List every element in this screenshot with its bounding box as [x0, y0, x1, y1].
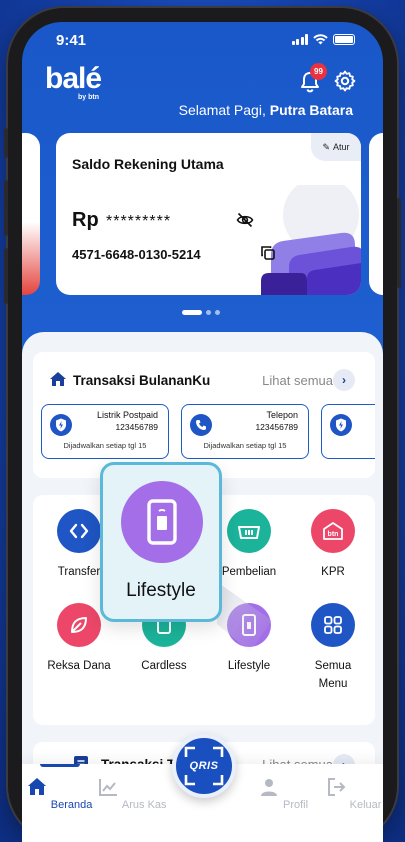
masked-balance: *********	[106, 213, 172, 230]
chart-icon	[99, 779, 118, 796]
phone-icon	[190, 414, 212, 436]
basket-icon	[227, 509, 271, 553]
carousel-dot	[206, 310, 211, 315]
nav-label: Profil	[283, 799, 309, 811]
bill-name: Listrik Postpaid	[96, 410, 158, 420]
settings-gear-icon[interactable]	[333, 69, 357, 93]
status-time: 9:41	[56, 32, 87, 49]
signal-icon	[291, 34, 308, 45]
menu-label: KPR	[321, 566, 345, 578]
menu-label: Reksa Dana	[47, 660, 111, 672]
logout-icon	[327, 778, 345, 796]
greeting-name: Putra Batara	[269, 102, 353, 118]
logo-subtext: by btn	[78, 94, 100, 101]
bill-schedule: Dijadwalkan setiap tgl 15	[203, 441, 287, 450]
bill-schedule: Dijadwalkan setiap tgl 15	[63, 441, 147, 450]
menu-label: Lifestyle	[227, 660, 271, 672]
battery-icon	[333, 34, 355, 45]
nav-keluar[interactable]: Keluar	[318, 776, 383, 811]
bale-logo: balé by btn	[45, 62, 102, 102]
bill-card-telepon[interactable]: Telepon 123456789 Dijadwalkan setiap tgl…	[181, 404, 309, 459]
card-settings-label: Atur	[333, 142, 350, 152]
menu-kpr[interactable]: btn KPR	[293, 509, 373, 581]
monthly-see-all-link[interactable]: Lihat semua	[262, 373, 333, 388]
monthly-transactions-panel: Transaksi BulananKu Lihat semua › Listri…	[33, 352, 375, 478]
account-number: 4571-6648-0130-5214	[72, 247, 201, 262]
power-button	[397, 198, 401, 288]
bill-card-peek[interactable]	[321, 404, 375, 459]
menu-label-line1: Semua	[314, 660, 352, 672]
bill-name: Telepon	[266, 410, 298, 420]
app-screen: 9:41 balé by btn 99 Selamat Pagi, Putra …	[22, 22, 383, 842]
nav-active-indicator	[40, 764, 80, 767]
pencil-icon: ✎	[322, 141, 331, 152]
next-card-peek[interactable]	[369, 133, 383, 295]
carousel-dot	[215, 310, 220, 315]
logo-text: balé	[45, 62, 102, 95]
carousel-dot-active	[182, 310, 202, 315]
card-decoration	[261, 185, 361, 295]
card-settings-button[interactable]: ✎ Atur	[311, 133, 361, 161]
copy-icon[interactable]	[260, 245, 276, 261]
eye-off-icon[interactable]	[236, 211, 254, 229]
nav-profil[interactable]: Profil	[248, 776, 318, 811]
home-icon	[50, 372, 66, 386]
notification-badge: 99	[310, 63, 327, 80]
qris-scan-button[interactable]: QRIS	[172, 734, 236, 798]
status-bar: 9:41	[22, 22, 383, 58]
bill-number: 123456789	[255, 422, 298, 432]
wifi-icon	[313, 34, 328, 45]
card-title: Saldo Rekening Utama	[72, 156, 224, 172]
user-icon	[260, 779, 277, 796]
monthly-title: Transaksi BulananKu	[73, 373, 211, 388]
smartphone-icon	[121, 481, 203, 563]
monthly-next-button[interactable]: ›	[333, 369, 355, 391]
bill-number: 123456789	[115, 422, 158, 432]
menu-label-line2: Menu	[318, 678, 348, 690]
greeting-prefix: Selamat Pagi,	[178, 102, 266, 118]
bill-card-listrik[interactable]: Listrik Postpaid 123456789 Dijadwalkan s…	[41, 404, 169, 459]
grid-icon	[311, 603, 355, 647]
chevron-right-icon: ›	[342, 373, 346, 387]
svg-text:btn: btn	[328, 531, 339, 538]
lifestyle-zoom-callout[interactable]: Lifestyle	[100, 462, 222, 622]
status-icons	[291, 34, 355, 45]
previous-card-peek[interactable]	[22, 133, 40, 295]
btn-house-icon: btn	[311, 509, 355, 553]
leaf-icon	[57, 603, 101, 647]
nav-label: Beranda	[50, 799, 93, 811]
volume-up-button	[4, 180, 8, 236]
lightning-shield-icon	[50, 414, 72, 436]
nav-label: Arus Kas	[121, 799, 167, 811]
menu-label: Semua Menu	[293, 657, 373, 693]
scan-frame-icon	[184, 746, 224, 786]
menu-label: Cardless	[141, 660, 187, 672]
nav-beranda[interactable]: Beranda	[24, 776, 94, 811]
home-icon	[27, 778, 46, 795]
nav-arus-kas[interactable]: Arus Kas	[97, 776, 167, 811]
transfer-icon	[57, 509, 101, 553]
nav-label: Keluar	[349, 799, 382, 811]
side-button	[4, 128, 8, 158]
volume-down-button	[4, 248, 8, 304]
lifestyle-zoom-label: Lifestyle	[126, 580, 196, 601]
menu-semua[interactable]: Semua Menu	[293, 603, 373, 693]
carousel-dots	[182, 310, 220, 315]
lightning-shield-icon	[330, 414, 352, 436]
currency-label: Rp	[72, 209, 99, 231]
greeting: Selamat Pagi, Putra Batara	[179, 102, 353, 118]
account-card[interactable]: Saldo Rekening Utama ✎ Atur Rp *********…	[56, 133, 361, 295]
